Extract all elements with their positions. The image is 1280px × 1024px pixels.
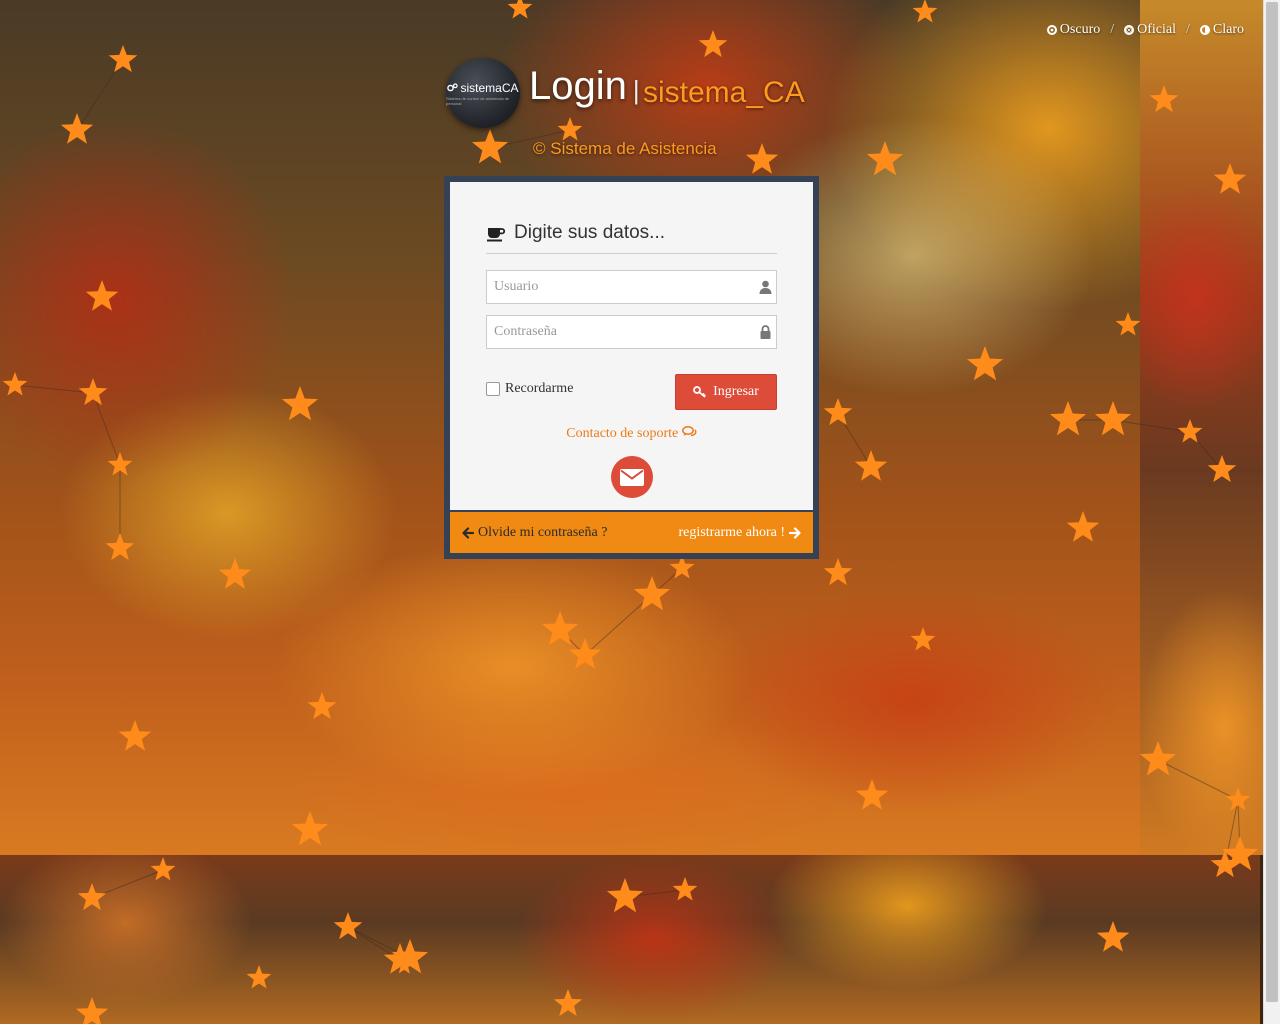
remember-label: Recordarme <box>505 381 574 396</box>
logo-subtext: Sistema de control de asistencia de pers… <box>446 95 510 106</box>
username-field <box>486 270 777 304</box>
arrow-left-icon <box>462 526 474 539</box>
support-contact-link[interactable]: Contacto de soporte <box>450 426 813 442</box>
password-input[interactable] <box>487 316 754 348</box>
gears-icon <box>447 83 459 92</box>
title-separator: | <box>632 75 640 105</box>
dot-circle-icon <box>1046 25 1057 35</box>
forgot-password-link[interactable]: Olvide mi contraseña ? <box>462 525 607 541</box>
user-icon <box>754 280 776 294</box>
sistema-ca-logo: sistemaCA Sistema de control de asistenc… <box>446 58 520 128</box>
comments-icon <box>681 426 697 437</box>
forgot-password-label: Olvide mi contraseña ? <box>478 524 608 540</box>
page-title: Login | <box>529 64 640 109</box>
register-label: registrarme ahora ! <box>678 524 786 540</box>
theme-separator: / <box>1110 22 1115 37</box>
remember-me[interactable]: Recordarme <box>486 381 573 397</box>
login-heading: Digite sus datos... <box>486 222 777 254</box>
theme-claro-label: Claro <box>1212 22 1244 37</box>
theme-oficial-label: Oficial <box>1137 22 1176 37</box>
email-button[interactable] <box>611 456 653 498</box>
arrow-right-icon <box>789 526 801 539</box>
scrollbar-thumb[interactable] <box>1266 2 1278 1002</box>
login-card-body: Digite sus datos... Recordarme Ingresar <box>450 182 813 553</box>
username-input[interactable] <box>487 271 754 303</box>
lock-icon <box>754 325 776 339</box>
theme-separator: / <box>1186 22 1190 37</box>
background-right-tile <box>1140 0 1280 855</box>
login-card-footer: Olvide mi contraseña ? registrarme ahora… <box>450 510 813 553</box>
bullseye-icon <box>1124 25 1135 35</box>
password-field <box>486 315 777 349</box>
background-bottom-tile <box>0 855 1260 1024</box>
theme-oscuro-link[interactable]: Oscuro <box>1046 22 1101 38</box>
copyright-text: © Sistema de Asistencia <box>533 139 717 158</box>
login-heading-text: Digite sus datos... <box>514 222 666 243</box>
adjust-icon <box>1199 25 1210 35</box>
theme-claro-link[interactable]: Claro <box>1199 22 1244 38</box>
theme-oficial-link[interactable]: Oficial <box>1124 22 1176 38</box>
logo-text: sistemaCA <box>460 80 519 95</box>
support-contact-label: Contacto de soporte <box>566 426 679 441</box>
theme-switcher: Oscuro / Oficial / Claro <box>1046 22 1244 38</box>
page-title-text: Login <box>529 64 627 108</box>
login-button[interactable]: Ingresar <box>675 374 777 410</box>
envelope-icon <box>620 468 644 486</box>
login-button-label: Ingresar <box>713 384 759 399</box>
key-icon <box>693 386 706 398</box>
system-name: sistema_CA <box>643 76 805 109</box>
logo-wordmark: sistemaCA <box>447 80 519 95</box>
vertical-scrollbar[interactable] <box>1263 0 1280 1024</box>
register-link[interactable]: registrarme ahora ! <box>679 525 802 541</box>
login-card: Digite sus datos... Recordarme Ingresar <box>444 176 819 559</box>
theme-oscuro-label: Oscuro <box>1059 22 1101 37</box>
coffee-icon <box>487 228 506 242</box>
remember-checkbox[interactable] <box>486 382 500 396</box>
